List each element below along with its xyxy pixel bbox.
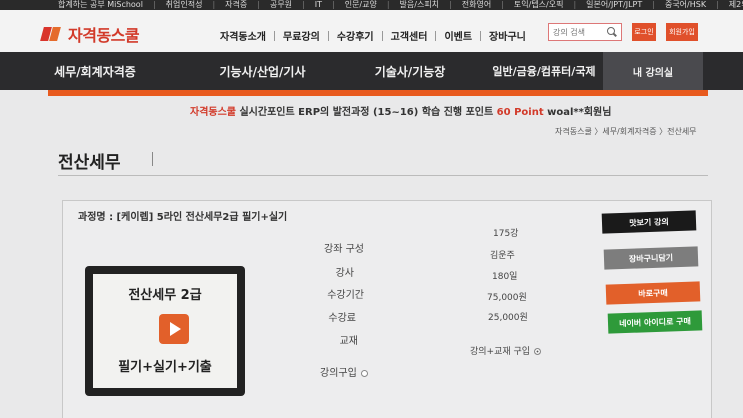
course-name: 과정명 : [케이렙] 5라인 전산세무2급 필기+실기 xyxy=(78,212,288,223)
nav-cart[interactable]: 장바구니 xyxy=(481,28,534,43)
site-header: 자격동스쿨 자격동소개 무료강의 수강후기 고객센터 이벤트 장바구니 로그인 … xyxy=(0,10,743,52)
ticker-point: 60 Point xyxy=(496,107,544,118)
main-category-nav: 세무/회계자격증 기능사/산업/기사 기술사/기능장 일반/금융/컴퓨터/국제 … xyxy=(0,52,743,90)
nav-about[interactable]: 자격동소개 xyxy=(212,28,274,43)
breadcrumb: 자격동스쿨 〉세무/회계자격증 〉전산세무 xyxy=(555,127,697,136)
value-textbook: 25,000원 xyxy=(488,313,528,323)
option-lecture-only[interactable]: 강의구입 xyxy=(320,364,368,379)
add-to-cart-button[interactable]: 장바구니담기 xyxy=(603,246,699,270)
option-lecture-label: 강의구입 xyxy=(320,368,357,379)
top-link[interactable]: 발음/스피치 xyxy=(400,0,440,10)
tab-general[interactable]: 일반/금융/컴퓨터/국제 xyxy=(485,52,603,90)
thumb-title: 전산세무 2급 xyxy=(128,288,202,303)
header-nav: 자격동소개 무료강의 수강후기 고객센터 이벤트 장바구니 xyxy=(212,28,534,43)
radio-lecture-only[interactable] xyxy=(360,369,368,377)
ticker-brand: 자격동스쿨 xyxy=(190,107,236,118)
top-site-links: 합계하는 공부 MiSchool | 취업인적성 | 자격증 | 공무원 | IT | 인… xyxy=(0,0,743,10)
nav-event[interactable]: 이벤트 xyxy=(436,28,480,43)
nav-reviews[interactable]: 수강후기 xyxy=(329,28,382,43)
play-icon[interactable] xyxy=(159,314,189,344)
label-textbook: 교재 xyxy=(339,336,358,347)
tab-engineer[interactable]: 기술사/기능장 xyxy=(335,52,485,90)
value-teacher: 김운주 xyxy=(490,251,515,261)
logo-mark-icon xyxy=(40,25,64,43)
tab-craftsman[interactable]: 기능사/산업/기사 xyxy=(190,52,335,90)
login-button[interactable]: 로그인 xyxy=(632,23,656,41)
search-icon[interactable] xyxy=(607,27,617,37)
top-link[interactable]: 토익/텝스/오픽 xyxy=(514,0,564,10)
top-link[interactable]: 합계하는 공부 MiSchool xyxy=(58,0,143,10)
search-input[interactable] xyxy=(549,27,605,37)
label-composition: 강좌 구성 xyxy=(324,244,364,255)
value-period: 180일 xyxy=(492,272,518,282)
join-button[interactable]: 회원가입 xyxy=(666,23,698,41)
top-link[interactable]: 전화영어 xyxy=(462,0,491,10)
nav-accent-bar xyxy=(48,90,708,96)
nav-free-lecture[interactable]: 무료강의 xyxy=(275,28,328,43)
option-lecture-book[interactable]: 강의+교재 구입 xyxy=(470,344,542,357)
page-title: 전산세무 xyxy=(58,153,121,173)
top-link[interactable]: 취업인적성 xyxy=(166,0,203,10)
title-rule xyxy=(58,175,708,176)
naver-buy-button[interactable]: 네이버 아이디로 구매 xyxy=(607,310,703,334)
top-link[interactable]: 중국어/HSK xyxy=(665,0,706,10)
top-link[interactable]: 일본어/JPT/JLPT xyxy=(586,0,642,10)
thumb-subtitle: 필기+실기+기출 xyxy=(118,360,212,375)
logo-text: 자격동스쿨 xyxy=(68,26,140,45)
nav-support[interactable]: 고객센터 xyxy=(383,28,436,43)
radio-lecture-book[interactable] xyxy=(534,348,542,355)
top-link[interactable]: 제2외국어 xyxy=(729,0,743,10)
buy-now-button[interactable]: 바로구매 xyxy=(605,281,701,305)
point-ticker: 자격동스쿨 실시간포인트 ERP의 발전과정 (15~16) 학습 진행 포인트… xyxy=(190,103,611,118)
search-box xyxy=(548,23,622,41)
tab-my-classroom[interactable]: 내 강의실 xyxy=(603,52,703,90)
preview-lecture-button[interactable]: 맛보기 강의 xyxy=(601,210,697,234)
top-link[interactable]: 공무원 xyxy=(270,0,292,10)
ticker-user: woal**회원님 xyxy=(543,107,612,118)
title-divider xyxy=(152,152,153,166)
value-composition: 175강 xyxy=(493,229,519,239)
ticker-text: 실시간포인트 ERP의 발전과정 (15~16) 학습 진행 포인트 xyxy=(236,107,497,118)
label-teacher: 강사 xyxy=(335,268,354,279)
site-logo[interactable]: 자격동스쿨 xyxy=(40,22,140,46)
label-fee: 수강료 xyxy=(328,313,356,324)
top-link[interactable]: 자격증 xyxy=(225,0,247,10)
course-thumbnail[interactable]: 전산세무 2급 필기+실기+기출 xyxy=(85,266,245,396)
tab-tax-accounting[interactable]: 세무/회계자격증 xyxy=(0,52,190,90)
top-link[interactable]: 인문/교양 xyxy=(345,0,377,10)
top-link[interactable]: IT xyxy=(315,0,322,10)
label-period: 수강기간 xyxy=(327,290,364,301)
option-lecture-book-label: 강의+교재 구입 xyxy=(470,347,531,357)
value-fee: 75,000원 xyxy=(487,293,527,303)
